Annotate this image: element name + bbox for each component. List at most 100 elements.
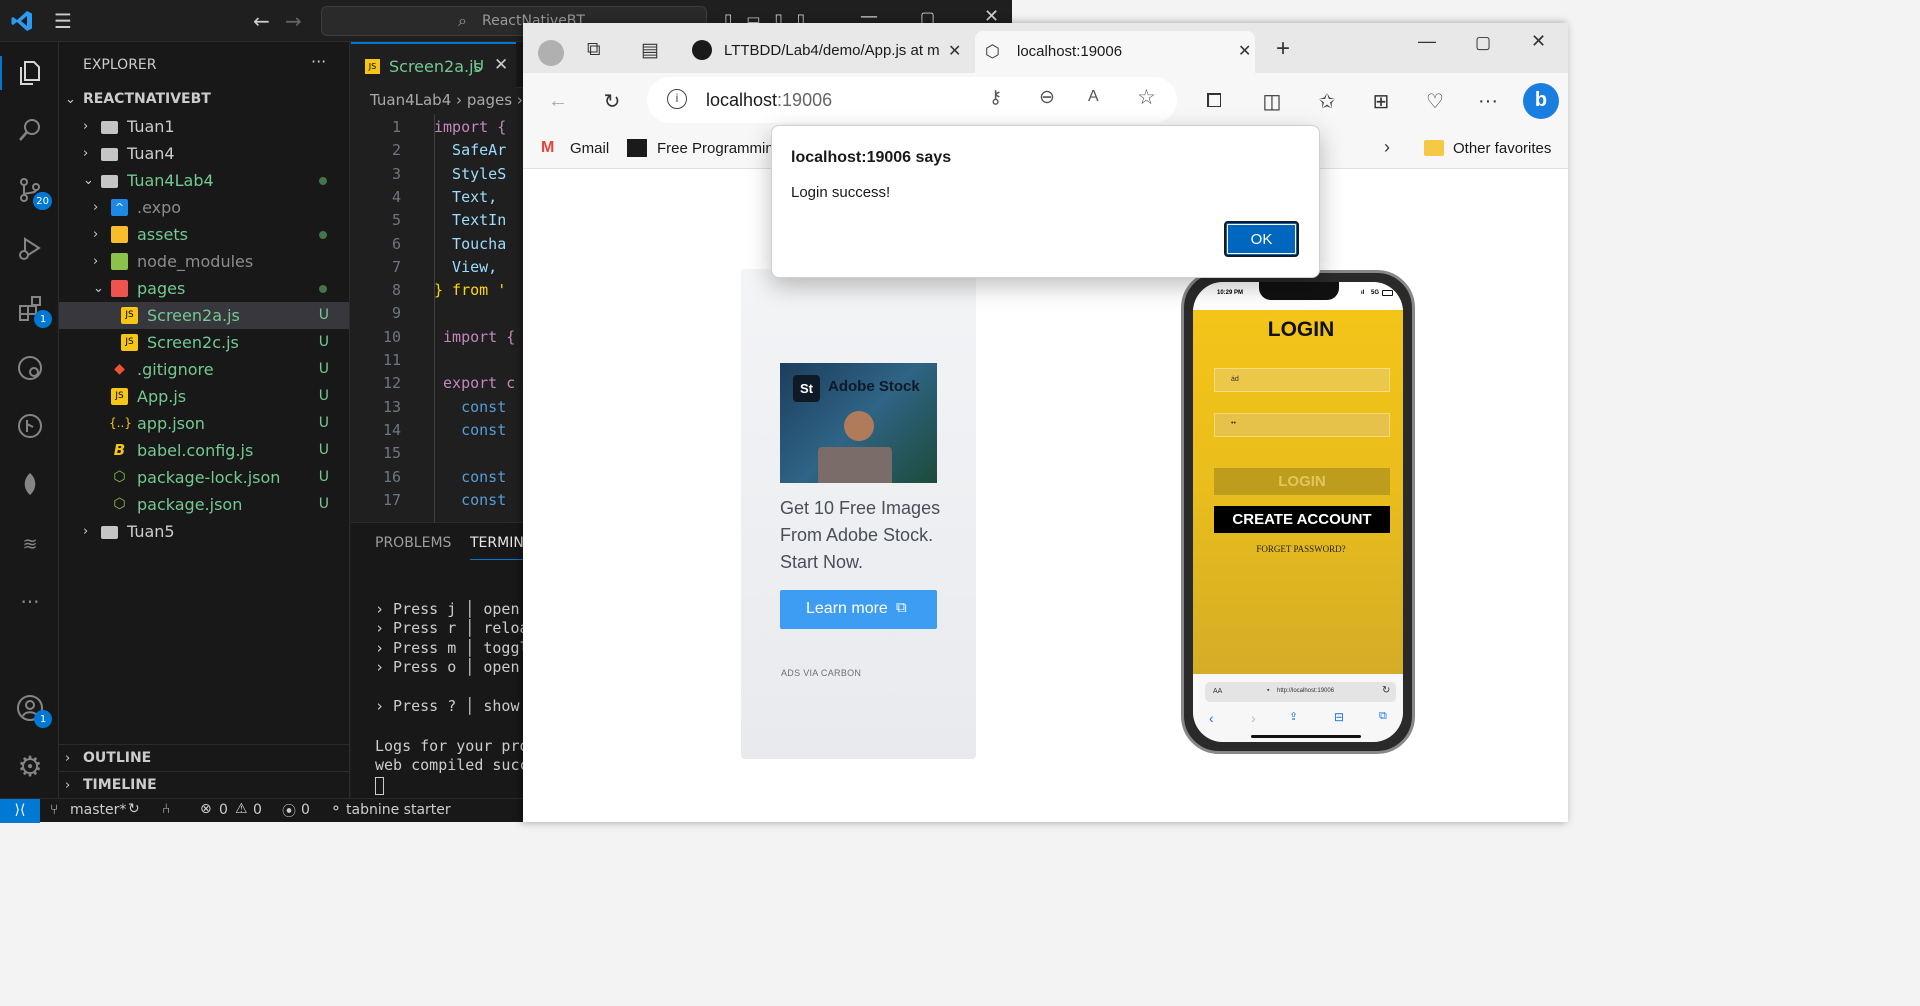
remote-explorer-icon[interactable] xyxy=(14,352,46,384)
alert-ok-button[interactable]: OK xyxy=(1224,221,1299,257)
safari-tabs-icon[interactable]: ⧉ xyxy=(1379,710,1387,723)
tree-item-tuan1[interactable]: › Tuan1 xyxy=(59,113,349,140)
more-icon[interactable]: ··· xyxy=(14,586,46,618)
workspaces-icon[interactable]: ⧉ xyxy=(587,39,601,61)
close-window-icon[interactable]: ✕ xyxy=(1531,31,1546,52)
ad-image[interactable]: St Adobe Stock xyxy=(780,363,937,483)
tree-item-appjs[interactable]: JS App.js U xyxy=(59,383,349,410)
close-tab-icon[interactable]: ✕ xyxy=(1238,41,1251,61)
maximize-icon[interactable]: ▢ xyxy=(1475,33,1491,53)
favorite-other[interactable]: Other favorites xyxy=(1453,140,1551,157)
explorer-icon[interactable] xyxy=(14,56,46,88)
git-graph-icon[interactable] xyxy=(14,410,46,442)
back-arrow-icon[interactable]: ← xyxy=(253,9,270,33)
favorite-gmail[interactable]: Gmail xyxy=(570,140,609,157)
tree-item-pages[interactable]: ⌄ pages xyxy=(59,275,349,302)
source-control-icon[interactable]: 20 xyxy=(14,174,52,210)
editor-tab-screen2a[interactable]: JS Screen2a.js U ✕ xyxy=(351,42,516,88)
ad-text[interactable]: Get 10 Free Images From Adobe Stock. Sta… xyxy=(780,495,950,576)
settings-more-icon[interactable]: ··· xyxy=(1473,86,1503,116)
safari-address-bar[interactable]: AA ▪ http://localhost:19006 ↻ xyxy=(1205,682,1396,702)
run-debug-icon[interactable] xyxy=(14,232,46,264)
refresh-icon[interactable]: ↻ xyxy=(597,86,627,116)
alert-message: Login success! xyxy=(791,184,891,201)
login-button[interactable]: LOGIN xyxy=(1214,468,1390,495)
tree-item-screen2a[interactable]: JS Screen2a.js U xyxy=(59,302,349,329)
vertical-tabs-icon[interactable]: ▤ xyxy=(641,39,659,62)
node-folder-icon xyxy=(111,253,128,270)
edge-tab-github[interactable]: LTTBDD/Lab4/demo/App.js at ma ✕ xyxy=(680,34,970,73)
address-text[interactable]: localhost:19006 xyxy=(706,90,832,111)
tree-item-package[interactable]: ⬡ package.json U xyxy=(59,491,349,518)
search-icon[interactable] xyxy=(14,114,46,146)
panel-tab-problems[interactable]: PROBLEMS xyxy=(375,535,451,551)
timeline-section[interactable]: › TIMELINE xyxy=(59,771,349,798)
collections-icon[interactable]: ⊞ xyxy=(1366,86,1396,116)
tree-item-assets[interactable]: › assets xyxy=(59,221,349,248)
tree-item-appjson[interactable]: {..} app.json U xyxy=(59,410,349,437)
branch-name[interactable]: master* xyxy=(70,802,126,818)
warnings-count[interactable]: 0 xyxy=(253,802,262,818)
settings-gear-icon[interactable]: ⚙ xyxy=(14,750,46,783)
remote-indicator-icon[interactable]: ⟩⟨ xyxy=(0,799,40,823)
accounts-icon[interactable]: 1 xyxy=(14,692,52,728)
close-tab-icon[interactable]: ✕ xyxy=(494,55,508,75)
learn-more-button[interactable]: Learn more ⧉ xyxy=(780,590,937,629)
outline-section[interactable]: › OUTLINE xyxy=(59,744,349,771)
close-tab-icon[interactable]: ✕ xyxy=(948,41,961,61)
explorer-more-icon[interactable]: ··· xyxy=(311,52,326,71)
tree-item-babel[interactable]: B babel.config.js U xyxy=(59,437,349,464)
favorite-free-programming[interactable]: Free Programming xyxy=(657,140,782,157)
favorites-overflow-chevron-icon[interactable]: › xyxy=(1384,137,1390,158)
zoom-out-icon[interactable]: ⊖ xyxy=(1039,86,1055,109)
favorite-star-icon[interactable]: ☆ xyxy=(1137,85,1156,110)
extensions-icon[interactable]: 1 xyxy=(14,292,52,328)
git-graph-status-icon[interactable]: ⑃ xyxy=(162,801,170,817)
safari-aa[interactable]: AA xyxy=(1213,688,1222,695)
forget-password-link[interactable]: FORGET PASSWORD? xyxy=(1193,544,1403,554)
tree-item-screen2c[interactable]: JS Screen2c.js U xyxy=(59,329,349,356)
ports-count[interactable]: 0 xyxy=(301,802,310,818)
tree-item-node-modules[interactable]: › node_modules xyxy=(59,248,349,275)
mongodb-leaf-icon[interactable] xyxy=(14,468,46,500)
site-info-icon[interactable]: i xyxy=(667,89,687,109)
back-icon[interactable]: ← xyxy=(543,86,573,116)
tree-item-package-lock[interactable]: ⬡ package-lock.json U xyxy=(59,464,349,491)
create-account-button[interactable]: CREATE ACCOUNT xyxy=(1214,506,1390,533)
profile-avatar[interactable] xyxy=(538,40,564,66)
ads-via-carbon[interactable]: ADS VIA CARBON xyxy=(781,668,861,678)
tree-item-tuan4lab4[interactable]: ⌄ Tuan4Lab4 xyxy=(59,167,349,194)
safari-back-icon[interactable]: ‹ xyxy=(1209,710,1214,726)
tabnine-status[interactable]: tabnine starter xyxy=(346,802,451,818)
address-bar[interactable]: i localhost:19006 ⚷ ⊖ A ☆ xyxy=(647,77,1177,123)
breadcrumb-item[interactable]: Tuan4Lab4 xyxy=(370,91,451,109)
tree-item-tuan4[interactable]: › Tuan4 xyxy=(59,140,349,167)
carbon-ad[interactable]: St Adobe Stock Get 10 Free Images From A… xyxy=(741,269,976,759)
favorites-icon[interactable]: ✩ xyxy=(1312,86,1342,116)
password-key-icon[interactable]: ⚷ xyxy=(989,87,1002,108)
username-input[interactable]: ád xyxy=(1214,368,1390,392)
split-screen-icon[interactable]: ◫ xyxy=(1257,86,1287,116)
minimize-icon[interactable]: — xyxy=(1418,31,1436,52)
root-folder-row[interactable]: ⌄ REACTNATIVEBT xyxy=(59,86,349,113)
safari-forward-icon[interactable]: › xyxy=(1251,710,1256,726)
tree-item-expo[interactable]: › ^ .expo xyxy=(59,194,349,221)
browser-essentials-icon[interactable]: ♡ xyxy=(1420,86,1450,116)
menu-icon[interactable]: ☰ xyxy=(54,10,78,32)
read-aloud-icon[interactable]: A xyxy=(1088,88,1099,106)
edge-tab-localhost[interactable]: ⬡ localhost:19006 ✕ xyxy=(975,31,1255,73)
password-input[interactable]: •• xyxy=(1214,413,1390,437)
forward-arrow-icon[interactable]: → xyxy=(285,9,302,33)
breadcrumb-item[interactable]: pages xyxy=(467,91,512,109)
safari-reload-icon[interactable]: ↻ xyxy=(1382,685,1390,696)
tree-item-gitignore[interactable]: ◆ .gitignore U xyxy=(59,356,349,383)
safari-share-icon[interactable]: ⇪ xyxy=(1289,710,1298,723)
bing-copilot-icon[interactable]: b xyxy=(1523,83,1559,119)
tabnine-icon[interactable]: ≋ xyxy=(14,528,46,560)
tree-item-tuan5[interactable]: › Tuan5 xyxy=(59,518,349,545)
extensions-icon[interactable]: ⧠ xyxy=(1199,86,1229,116)
errors-count[interactable]: 0 xyxy=(219,802,228,818)
safari-bookmarks-icon[interactable]: ⊟ xyxy=(1334,710,1344,724)
new-tab-icon[interactable]: + xyxy=(1276,35,1290,63)
sync-icon[interactable]: ↻ xyxy=(128,801,140,817)
